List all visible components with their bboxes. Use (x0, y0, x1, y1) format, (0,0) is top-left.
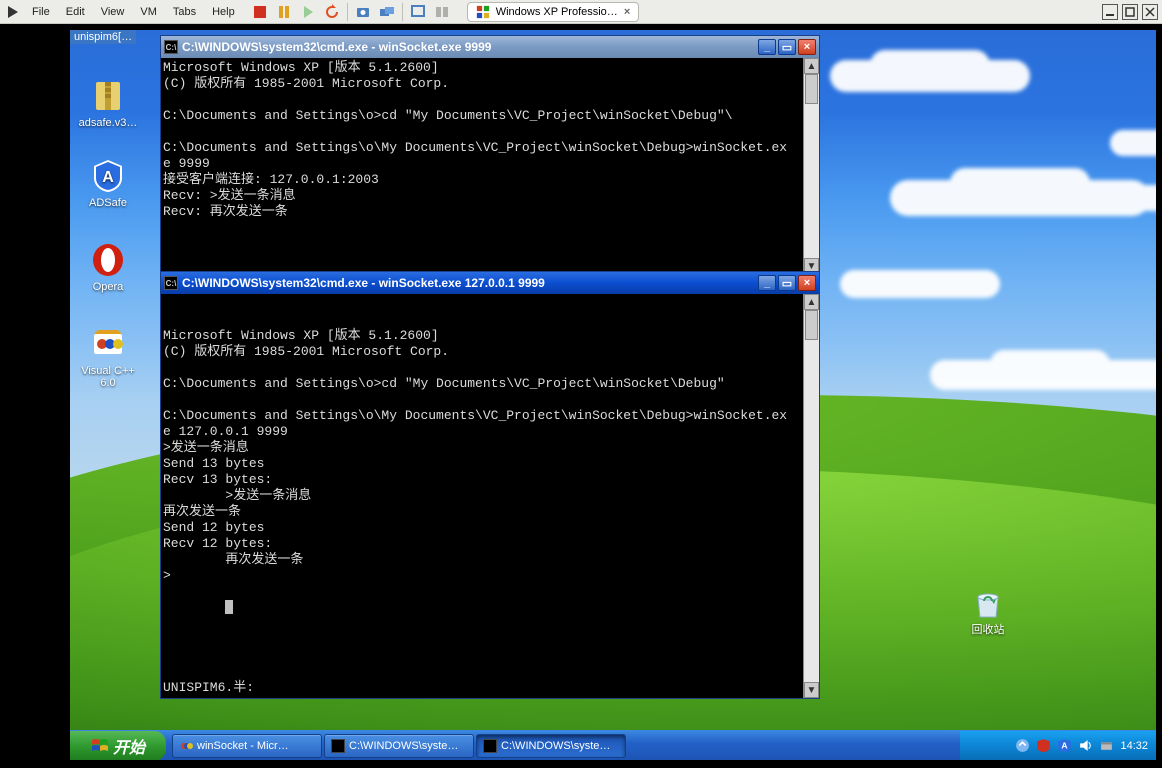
desktop-icon-label: ADSafe (70, 197, 146, 209)
desktop-icon-label: Opera (70, 281, 146, 293)
taskbar-button[interactable]: C:\WINDOWS\syste… (476, 734, 626, 758)
windows-flag-icon (91, 737, 109, 755)
windows-flag-icon (476, 5, 490, 19)
window-title: C:\WINDOWS\system32\cmd.exe - winSocket.… (182, 40, 754, 54)
system-tray[interactable]: A 14:32 (960, 731, 1156, 761)
start-button[interactable]: 开始 (70, 731, 166, 761)
scrollbar[interactable]: ▲ ▼ (803, 294, 819, 698)
terminal-output[interactable]: Microsoft Windows XP [版本 5.1.2600] (C) 版… (161, 294, 803, 698)
ime-composition-status: UNISPIM6.半: (163, 680, 254, 696)
stop-icon[interactable] (251, 3, 269, 21)
cmd-window-client[interactable]: C:\ C:\WINDOWS\system32\cmd.exe - winSoc… (160, 271, 820, 699)
fullscreen-icon[interactable] (409, 3, 427, 21)
tray-volume-icon[interactable] (1078, 738, 1093, 753)
host-toolbar (251, 3, 451, 21)
visual-cpp-icon (179, 739, 193, 753)
taskbar-button-label: C:\WINDOWS\syste… (501, 740, 610, 752)
desktop-icon-opera[interactable]: Opera (70, 242, 146, 293)
snapshot-icon[interactable] (354, 3, 372, 21)
minimize-button[interactable]: _ (758, 39, 776, 55)
vm-tab[interactable]: Windows XP Professio… × (467, 2, 640, 22)
taskbar-button-label: winSocket - Micr… (197, 740, 289, 752)
maximize-button[interactable]: ▭ (778, 39, 796, 55)
minimize-button[interactable]: _ (758, 275, 776, 291)
svg-text:A: A (102, 169, 114, 186)
desktop-icon-label: adsafe.v3… (70, 117, 146, 129)
menu-file[interactable]: File (26, 3, 56, 21)
menu-edit[interactable]: Edit (60, 3, 91, 21)
desktop-icon-label: Visual C++ 6.0 (70, 365, 146, 389)
host-window-controls (1102, 4, 1158, 20)
tray-toggle-icon[interactable] (1015, 738, 1030, 753)
pause-icon[interactable] (275, 3, 293, 21)
cmd-icon: C:\ (164, 276, 178, 290)
start-label: 开始 (113, 734, 145, 758)
maximize-button[interactable]: ▭ (778, 275, 796, 291)
archive-icon (90, 78, 126, 114)
ime-floating-bar[interactable]: unispim6[… (70, 30, 136, 44)
host-menubar: File Edit View VM Tabs Help Windows XP P… (0, 0, 1162, 24)
recycle-bin-icon (970, 585, 1006, 621)
host-close-icon[interactable] (1142, 4, 1158, 20)
vm-tab-close-icon[interactable]: × (624, 6, 630, 18)
opera-icon (90, 242, 126, 278)
close-button[interactable]: × (798, 39, 816, 55)
vm-tab-title: Windows XP Professio… (496, 6, 618, 18)
titlebar[interactable]: C:\ C:\WINDOWS\system32\cmd.exe - winSoc… (161, 36, 819, 58)
desktop-icon-visual-cpp[interactable]: Visual C++ 6.0 (70, 326, 146, 389)
taskbar-button[interactable]: C:\WINDOWS\syste… (324, 734, 474, 758)
taskbar-button[interactable]: winSocket - Micr… (172, 734, 322, 758)
tray-clock[interactable]: 14:32 (1120, 740, 1148, 752)
snapshot-manager-icon[interactable] (378, 3, 396, 21)
scroll-up-icon[interactable]: ▲ (804, 294, 819, 310)
tray-shield-icon[interactable] (1036, 738, 1051, 753)
menu-view[interactable]: View (95, 3, 131, 21)
svg-text:A: A (1062, 741, 1068, 751)
vm-start-icon[interactable] (4, 3, 22, 21)
tray-disk-icon[interactable] (1099, 738, 1114, 753)
window-title: C:\WINDOWS\system32\cmd.exe - winSocket.… (182, 276, 754, 290)
cmd-icon (483, 739, 497, 753)
menu-help[interactable]: Help (206, 3, 241, 21)
unity-icon[interactable] (433, 3, 451, 21)
scrollbar[interactable]: ▲ ▼ (803, 58, 819, 274)
titlebar[interactable]: C:\ C:\WINDOWS\system32\cmd.exe - winSoc… (161, 272, 819, 294)
taskbar-button-label: C:\WINDOWS\syste… (349, 740, 458, 752)
desktop-icon-recycle-bin[interactable]: 回收站 (950, 585, 1026, 636)
scroll-up-icon[interactable]: ▲ (804, 58, 819, 74)
visual-cpp-icon (90, 326, 126, 362)
restart-icon[interactable] (323, 3, 341, 21)
desktop-icon-label: 回收站 (950, 624, 1026, 636)
terminal-output[interactable]: Microsoft Windows XP [版本 5.1.2600] (C) 版… (161, 58, 803, 274)
play-icon[interactable] (299, 3, 317, 21)
cmd-icon: C:\ (164, 40, 178, 54)
taskbar-buttons: winSocket - Micr… C:\WINDOWS\syste… C:\WIN… (172, 734, 960, 758)
scroll-down-icon[interactable]: ▼ (804, 682, 819, 698)
tray-adsafe-icon[interactable]: A (1057, 738, 1072, 753)
cmd-icon (331, 739, 345, 753)
guest-desktop[interactable]: unispim6[… adsafe.v3… A ADSafe Opera Vis… (70, 30, 1156, 760)
taskbar: 开始 winSocket - Micr… C:\WINDOWS\syste… C:\… (70, 730, 1156, 760)
cmd-window-server[interactable]: C:\ C:\WINDOWS\system32\cmd.exe - winSoc… (160, 35, 820, 275)
desktop-icon-adsafe-zip[interactable]: adsafe.v3… (70, 78, 146, 129)
menu-vm[interactable]: VM (134, 3, 163, 21)
close-button[interactable]: × (798, 275, 816, 291)
desktop-icon-adsafe[interactable]: A ADSafe (70, 158, 146, 209)
shield-a-icon: A (90, 158, 126, 194)
host-minimize-icon[interactable] (1102, 4, 1118, 20)
terminal-cursor (225, 600, 233, 614)
host-maximize-icon[interactable] (1122, 4, 1138, 20)
menu-tabs[interactable]: Tabs (167, 3, 202, 21)
